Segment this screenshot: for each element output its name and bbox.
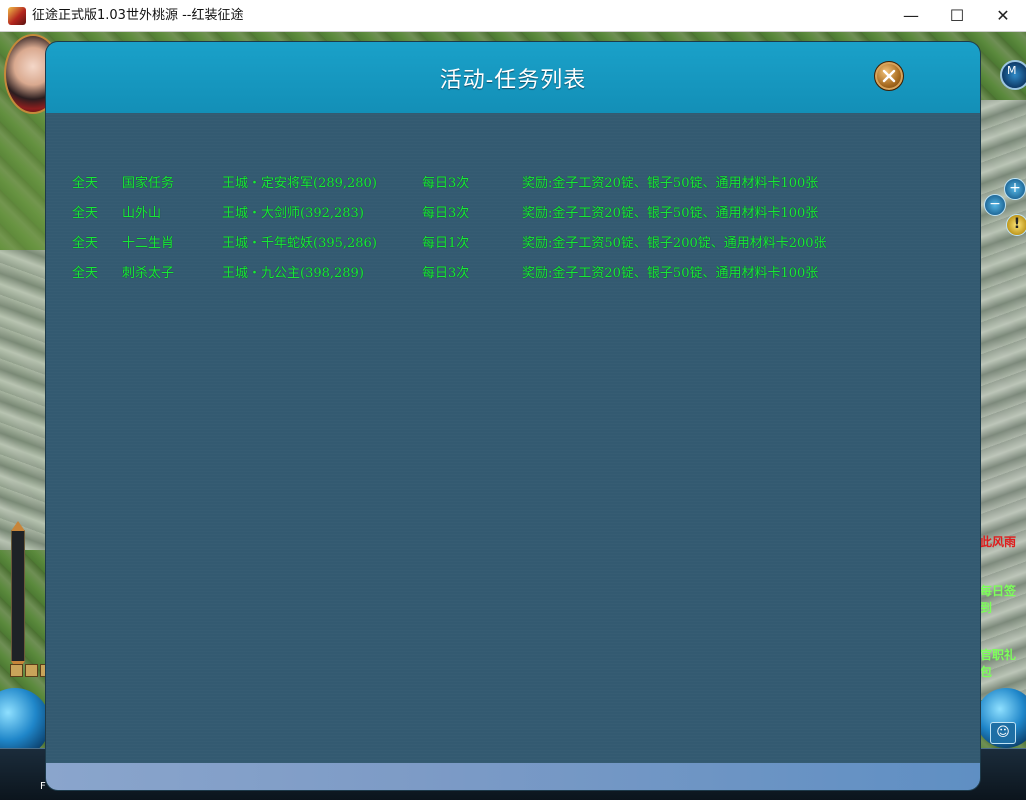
task-frequency: 每日3次 <box>422 266 470 281</box>
task-name: 十二生肖 <box>122 236 175 251</box>
alert-icon[interactable]: ! <box>1006 214 1026 236</box>
chat-tool-button[interactable] <box>10 664 23 677</box>
task-reward: 奖励:金子工资20锭、银子50锭、通用材料卡100张 <box>522 266 819 281</box>
dialog-footer <box>46 763 980 790</box>
task-reward: 奖励:金子工资20锭、银子50锭、通用材料卡100张 <box>522 176 819 191</box>
task-name: 刺杀太子 <box>122 266 175 281</box>
dialog-body: 全天 国家任务 王城・定安将军(289,280) 每日3次 奖励:金子工资20锭… <box>46 113 980 763</box>
task-list: 全天 国家任务 王城・定安将军(289,280) 每日3次 奖励:金子工资20锭… <box>72 172 952 292</box>
daily-checkin-link[interactable]: 每日签到 <box>980 582 1026 616</box>
task-row[interactable]: 全天 十二生肖 王城・千年蛇妖(395,286) 每日1次 奖励:金子工资50锭… <box>72 232 952 262</box>
task-list-dialog: 活动-任务列表 全天 国家任务 王城・定安将军(289,280) 每日3次 奖励… <box>46 42 980 790</box>
task-time: 全天 <box>72 266 99 281</box>
task-location-link[interactable]: 王城・大剑师(392,283) <box>222 202 364 221</box>
app-icon <box>8 7 26 25</box>
task-frequency: 每日3次 <box>422 176 470 191</box>
minimap-label: M <box>1007 64 1017 77</box>
chat-scrollbar[interactable] <box>11 521 25 671</box>
task-time: 全天 <box>72 176 99 191</box>
official-gift-link[interactable]: 官职礼包 <box>980 646 1026 680</box>
task-frequency: 每日3次 <box>422 206 470 221</box>
maximize-button[interactable]: ☐ <box>934 0 980 31</box>
window-titlebar: 征途正式版1.03世外桃源 --红装征途 — ☐ ✕ <box>0 0 1026 32</box>
window-close-button[interactable]: ✕ <box>980 0 1026 31</box>
task-row[interactable]: 全天 国家任务 王城・定安将军(289,280) 每日3次 奖励:金子工资20锭… <box>72 172 952 202</box>
task-time: 全天 <box>72 236 99 251</box>
task-time: 全天 <box>72 206 99 221</box>
zoom-in-button[interactable]: + <box>1004 178 1026 200</box>
task-frequency: 每日1次 <box>422 236 470 251</box>
task-name: 国家任务 <box>122 176 175 191</box>
dialog-close-button[interactable] <box>874 61 904 91</box>
task-row[interactable]: 全天 刺杀太子 王城・九公主(398,289) 每日3次 奖励:金子工资20锭、… <box>72 262 952 292</box>
app-root: 征途正式版1.03世外桃源 --红装征途 — ☐ ✕ M + − ! 此风雨 每… <box>0 0 1026 800</box>
side-label-red[interactable]: 此风雨 <box>980 533 1016 550</box>
dialog-header: 活动-任务列表 <box>46 42 980 113</box>
zoom-out-button[interactable]: − <box>984 194 1006 216</box>
task-location-link[interactable]: 王城・定安将军(289,280) <box>222 172 377 191</box>
dialog-title: 活动-任务列表 <box>439 68 587 93</box>
chat-tool-button[interactable] <box>25 664 38 677</box>
close-icon <box>882 69 896 83</box>
scroll-up-icon[interactable] <box>11 521 25 531</box>
minimize-button[interactable]: — <box>888 0 934 31</box>
task-location-link[interactable]: 王城・千年蛇妖(395,286) <box>222 232 377 251</box>
stone-path-left <box>0 250 46 550</box>
task-row[interactable]: 全天 山外山 王城・大剑师(392,283) 每日3次 奖励:金子工资20锭、银… <box>72 202 952 232</box>
chat-bubble-icon[interactable]: ☺ <box>990 722 1016 744</box>
task-name: 山外山 <box>122 206 162 221</box>
task-reward: 奖励:金子工资20锭、银子50锭、通用材料卡100张 <box>522 206 819 221</box>
task-reward: 奖励:金子工资50锭、银子200锭、通用材料卡200张 <box>522 236 827 251</box>
task-location-link[interactable]: 王城・九公主(398,289) <box>222 262 364 281</box>
hotbar-key-label: F <box>40 781 46 792</box>
window-title: 征途正式版1.03世外桃源 --红装征途 <box>32 8 244 23</box>
